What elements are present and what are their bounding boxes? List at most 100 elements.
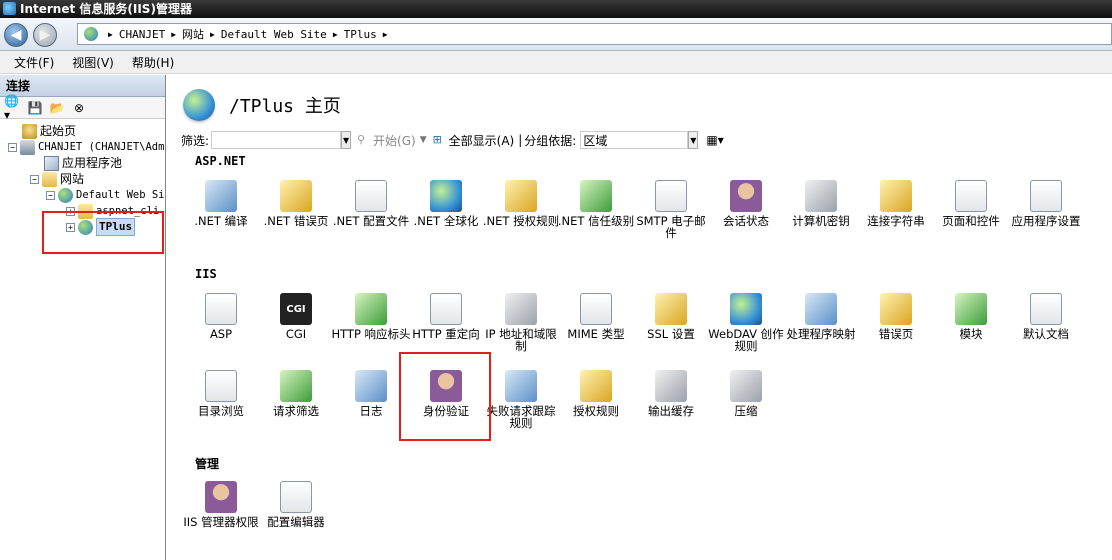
trust-check-icon — [580, 180, 612, 212]
feature-pages-controls[interactable]: 页面和控件 — [931, 180, 1011, 227]
view-grid-icon: ▦ — [706, 133, 718, 147]
feature-ip-domain-restrictions[interactable]: IP 地址和域限制 — [481, 293, 561, 352]
connect-globe-icon[interactable]: 🌐▾ — [4, 94, 22, 122]
chevron-down-icon[interactable]: ▼ — [420, 135, 427, 145]
feature-ssl-settings[interactable]: SSL 设置 — [631, 293, 711, 340]
cgi-icon: CGI — [280, 293, 312, 325]
connections-title: 连接 — [0, 75, 165, 97]
filter-input[interactable] — [211, 131, 342, 149]
chevron-down-icon[interactable]: ▼ — [688, 131, 699, 149]
breadcrumb-separator-icon: ▶ — [332, 29, 338, 39]
page-header: /TPlus 主页 — [183, 85, 341, 125]
tree-item-start-page[interactable]: 起始页 — [0, 123, 165, 139]
feature-smtp-email[interactable]: SMTP 电子邮件 — [631, 180, 711, 239]
highlight-box-authentication — [399, 352, 491, 441]
feature-request-filtering[interactable]: 请求筛选 — [256, 370, 336, 417]
start-page-icon — [22, 123, 37, 139]
address-bar[interactable]: ▶ CHANJET ▶ 网站 ▶ Default Web Site ▶ TPlu… — [77, 23, 1112, 45]
folder-icon — [42, 171, 57, 187]
view-mode-button[interactable]: ▦ ▼ — [706, 133, 724, 147]
mime-types-icon — [580, 293, 612, 325]
feature-default-document[interactable]: 默认文档 — [1006, 293, 1086, 340]
compilation-icon — [205, 180, 237, 212]
feature-modules[interactable]: 模块 — [931, 293, 1011, 340]
filter-bar: 筛选: ▼ ⚲ 开始(G) ▼ ⊞ 全部显示(A) | 分组依据: 区域 ▼ ▦… — [181, 130, 1112, 150]
show-all-icon: ⊞ — [432, 133, 442, 146]
window-title-bar: Internet 信息服务(IIS)管理器 — [0, 0, 1112, 18]
tree-item-label: 应用程序池 — [62, 156, 123, 170]
tree-item-default-site[interactable]: − Default Web Si — [0, 187, 165, 203]
site-globe-icon — [183, 89, 215, 121]
feature-http-redirect[interactable]: HTTP 重定向 — [406, 293, 486, 340]
back-button[interactable]: ◀ — [4, 23, 28, 47]
tree-item-label: CHANJET (CHANJET\Adm — [38, 141, 165, 153]
feature-iis-manager-permissions[interactable]: IIS 管理器权限 — [181, 481, 261, 528]
tree-item-app-pools[interactable]: 应用程序池 — [0, 155, 165, 171]
collapse-toggle-icon[interactable]: − — [46, 190, 55, 200]
tree-item-label: 起始页 — [40, 124, 77, 138]
start-button[interactable]: ⚲ 开始(G) — [357, 132, 416, 149]
main-content: /TPlus 主页 筛选: ▼ ⚲ 开始(G) ▼ ⊞ 全部显示(A) | 分组… — [167, 75, 1112, 560]
breadcrumb-item-server[interactable]: CHANJET — [119, 28, 165, 41]
feature-net-trust-levels[interactable]: .NET 信任级别 — [556, 180, 636, 227]
tree-item-label: Default Web Si — [76, 189, 165, 201]
feature-http-response-headers[interactable]: HTTP 响应标头 — [331, 293, 411, 340]
feature-session-state[interactable]: 会话状态 — [706, 180, 786, 227]
forward-button[interactable]: ▶ — [33, 23, 57, 47]
highlight-box-tplus — [42, 211, 164, 254]
menu-view[interactable]: 视图(V) — [72, 54, 114, 71]
collapse-toggle-icon[interactable]: − — [8, 142, 17, 152]
menu-help[interactable]: 帮助(H) — [132, 54, 174, 71]
tree-item-label: 网站 — [60, 172, 85, 186]
feature-webdav-rules[interactable]: WebDAV 创作规则 — [706, 293, 786, 352]
feature-authorization-rules[interactable]: 授权规则 — [556, 370, 636, 417]
feature-failed-request-tracing[interactable]: 失败请求跟踪规则 — [481, 370, 561, 429]
feature-net-globalization[interactable]: .NET 全球化 — [406, 180, 486, 227]
email-icon — [655, 180, 687, 212]
response-headers-icon — [355, 293, 387, 325]
section-title-iis: IIS — [195, 267, 217, 281]
menu-file[interactable]: 文件(F) — [14, 54, 54, 71]
chevron-down-icon[interactable]: ▼ — [341, 131, 352, 149]
section-title-management: 管理 — [195, 457, 220, 471]
feature-asp[interactable]: ASP — [181, 293, 261, 340]
binoculars-icon: ⚲ — [357, 133, 366, 146]
feature-net-compilation[interactable]: .NET 编译 — [181, 180, 261, 227]
feature-output-caching[interactable]: 输出缓存 — [631, 370, 711, 417]
divider: | — [518, 133, 523, 147]
feature-compression[interactable]: 压缩 — [706, 370, 786, 417]
globe-icon — [84, 27, 98, 41]
feature-error-pages[interactable]: 错误页 — [856, 293, 936, 340]
feature-handler-mappings[interactable]: 处理程序映射 — [781, 293, 861, 340]
feature-net-profile[interactable]: .NET 配置文件 — [331, 180, 411, 227]
handler-mappings-icon — [805, 293, 837, 325]
feature-net-error-pages[interactable]: .NET 错误页 — [256, 180, 336, 227]
folder-up-icon[interactable]: 📂 — [48, 100, 66, 116]
breadcrumb-item-sites[interactable]: 网站 — [182, 26, 204, 42]
feature-machine-key[interactable]: 计算机密钥 — [781, 180, 861, 227]
save-icon[interactable]: 💾 — [26, 100, 44, 116]
feature-directory-browsing[interactable]: 目录浏览 — [181, 370, 261, 417]
feature-configuration-editor[interactable]: 配置编辑器 — [256, 481, 336, 528]
user-icon — [730, 180, 762, 212]
feature-mime-types[interactable]: MIME 类型 — [556, 293, 636, 340]
request-filter-icon — [280, 370, 312, 402]
default-document-icon — [1030, 293, 1062, 325]
failed-request-icon — [505, 370, 537, 402]
show-all-button[interactable]: ⊞ 全部显示(A) — [433, 132, 515, 149]
feature-cgi[interactable]: CGI CGI — [256, 293, 336, 340]
breadcrumb-item-tplus[interactable]: TPlus — [344, 28, 377, 41]
section-title-aspnet: ASP.NET — [195, 154, 246, 168]
chevron-down-icon: ▼ — [717, 135, 724, 145]
group-by-select[interactable]: 区域 — [580, 131, 689, 149]
tree-item-sites[interactable]: − 网站 — [0, 171, 165, 187]
collapse-toggle-icon[interactable]: − — [30, 174, 39, 184]
disconnect-icon[interactable]: ⊗ — [70, 100, 88, 116]
feature-app-settings[interactable]: 应用程序设置 — [1006, 180, 1086, 227]
breadcrumb-item-default-site[interactable]: Default Web Site — [221, 28, 327, 41]
feature-connection-strings[interactable]: 连接字符串 — [856, 180, 936, 227]
error-404-icon — [280, 180, 312, 212]
globe-icon — [58, 187, 73, 203]
tree-item-server[interactable]: − CHANJET (CHANJET\Adm — [0, 139, 165, 155]
feature-net-authorization[interactable]: .NET 授权规则 — [481, 180, 561, 227]
